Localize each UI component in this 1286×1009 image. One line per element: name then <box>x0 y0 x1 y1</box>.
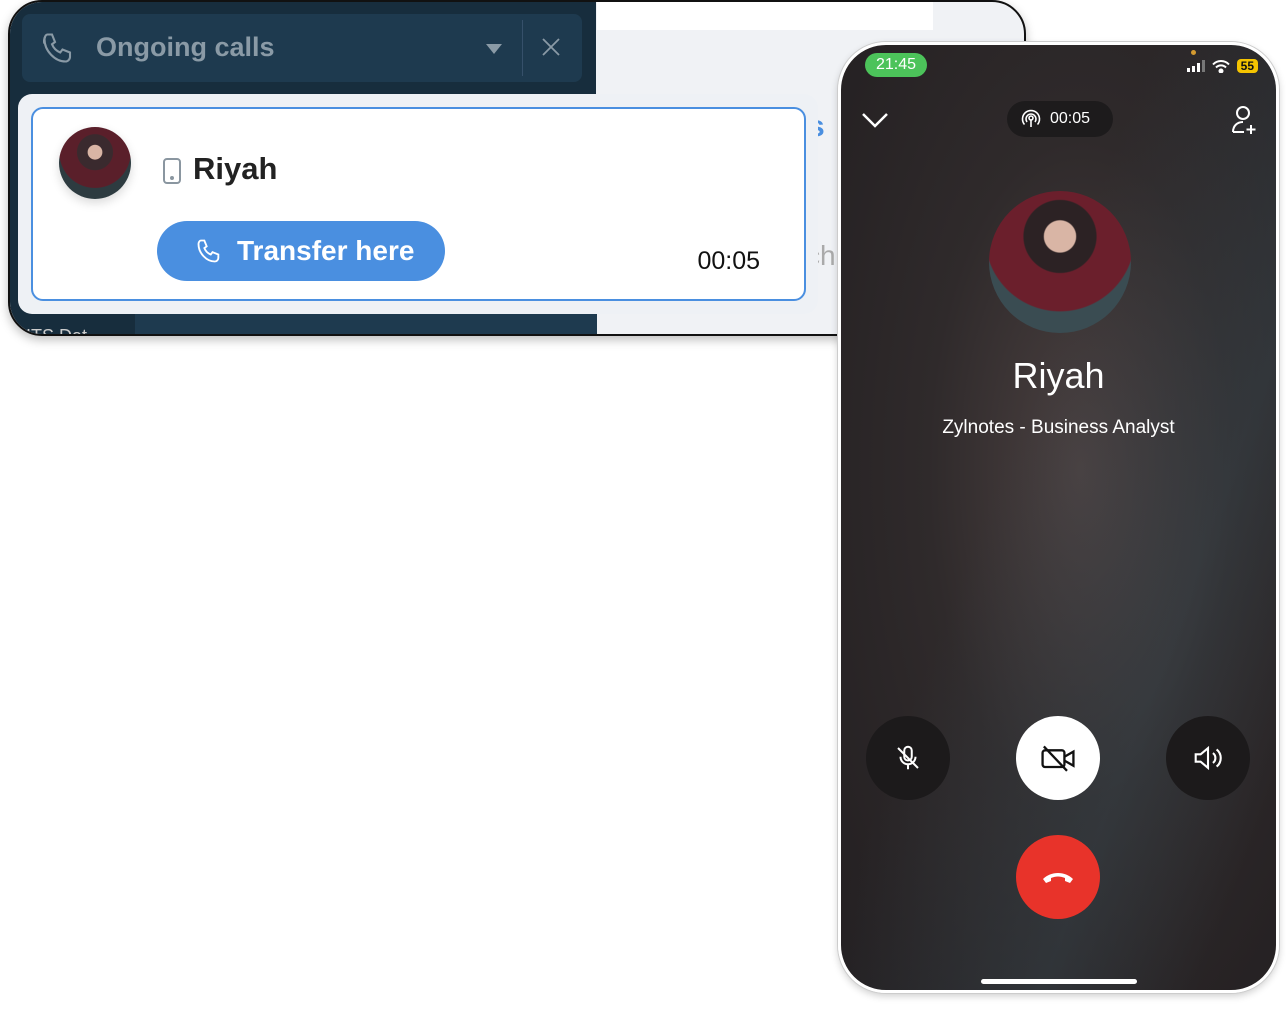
speaker-icon <box>1194 745 1222 771</box>
caller-role: Zylnotes - Business Analyst <box>942 417 1175 438</box>
avatar <box>59 127 131 199</box>
call-timer-pill: 00:05 <box>1007 101 1113 137</box>
call-timer: 00:05 <box>1050 110 1091 127</box>
top-bar <box>597 2 933 30</box>
video-off-button[interactable] <box>1016 716 1100 800</box>
status-time: 21:45 <box>865 53 928 77</box>
mic-off-icon <box>897 745 919 770</box>
chevron-down-icon[interactable] <box>861 111 889 129</box>
battery-level: 55 <box>1236 59 1258 73</box>
ongoing-calls-header[interactable]: Ongoing calls <box>22 14 582 82</box>
header-title: Ongoing calls <box>96 32 275 62</box>
wifi-icon <box>1211 59 1230 73</box>
transfer-here-button[interactable]: Transfer here <box>157 221 445 281</box>
sidebar-strip <box>135 314 597 334</box>
hang-up-icon <box>1043 873 1073 883</box>
background-text: ITS Dat <box>26 326 88 336</box>
close-icon[interactable] <box>540 36 562 58</box>
phone-call-screen: 21:45 55 00:05 Riyah Zylnotes - Business… <box>838 42 1279 993</box>
signal-icon <box>1186 60 1205 72</box>
phone-icon <box>42 33 72 63</box>
caller-name: Riyah <box>1012 355 1105 396</box>
mute-button[interactable] <box>866 716 950 800</box>
video-off-icon <box>1041 745 1075 772</box>
transfer-label: Transfer here <box>237 235 415 266</box>
add-user-icon[interactable] <box>1231 105 1259 135</box>
divider <box>522 20 523 76</box>
privacy-dot <box>1191 50 1196 55</box>
mobile-icon <box>163 158 181 184</box>
end-call-button[interactable] <box>1016 835 1100 919</box>
caret-down-icon[interactable] <box>486 44 502 54</box>
call-duration: 00:05 <box>697 247 760 275</box>
caller-name: Riyah <box>193 151 278 186</box>
caller-avatar <box>989 191 1131 333</box>
call-card: Riyah Transfer here 00:05 <box>31 107 806 301</box>
speaker-button[interactable] <box>1166 716 1250 800</box>
home-indicator[interactable] <box>981 979 1137 984</box>
broadcast-icon <box>1021 109 1041 127</box>
status-icons: 55 <box>1186 59 1258 73</box>
phone-icon <box>197 239 220 263</box>
